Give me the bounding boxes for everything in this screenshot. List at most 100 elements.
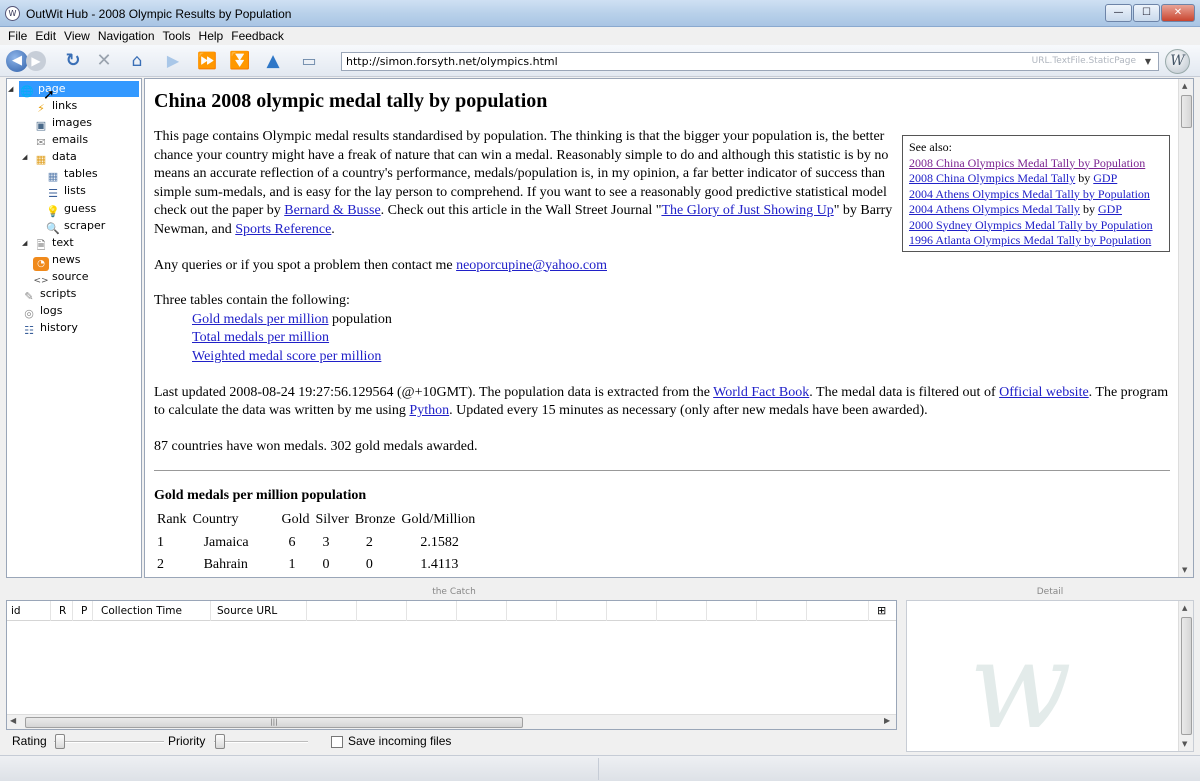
scrollbar-thumb[interactable] <box>1181 95 1192 128</box>
back-arrow-icon[interactable]: ◀ <box>6 50 28 72</box>
link-python[interactable]: Python <box>409 403 449 418</box>
rating-slider-thumb[interactable] <box>55 734 65 749</box>
column-empty <box>557 601 607 621</box>
browser-window-icon[interactable]: ▭ <box>298 50 320 72</box>
sidebar-item-logs[interactable]: ◎ logs <box>21 303 63 320</box>
menu-help[interactable]: Help <box>195 27 228 45</box>
link-total-per-million[interactable]: Total medals per million <box>192 330 329 345</box>
scroll-up-icon[interactable]: ▲ <box>1182 82 1187 90</box>
catch-horizontal-scrollbar[interactable]: ◀ ||| ▶ <box>7 714 896 729</box>
home-icon[interactable]: ⌂ <box>126 50 148 72</box>
link-bernard-busse[interactable]: Bernard & Busse <box>284 203 380 218</box>
menu-tools[interactable]: Tools <box>159 27 195 45</box>
sidebar-item-data[interactable]: ◢ ▦ data <box>22 149 77 166</box>
minimize-button[interactable]: — <box>1105 4 1132 22</box>
sidebar-item-label: logs <box>40 304 63 317</box>
intro-paragraph: This page contains Olympic medal results… <box>154 128 899 240</box>
sidebar-item-label: source <box>52 270 89 283</box>
forward-arrow-icon[interactable]: ▶ <box>26 51 46 71</box>
back-forward-group: ◀ ▶ <box>6 50 48 72</box>
link-2000-sydney-by-population[interactable]: 2000 Sydney Olympics Medal Tally by Popu… <box>909 218 1153 232</box>
expand-triangle-icon[interactable]: ◢ <box>8 81 13 97</box>
column-picker-icon[interactable]: ⊞ <box>873 601 893 621</box>
link-2004-athens-gdp[interactable]: GDP <box>1098 202 1122 216</box>
close-button[interactable]: ✕ <box>1161 4 1195 22</box>
link-1996-atlanta-by-population[interactable]: 1996 Atlanta Olympics Medal Tally by Pop… <box>909 233 1151 247</box>
sidebar-item-emails[interactable]: ✉ emails <box>33 132 88 149</box>
save-incoming-files-checkbox[interactable] <box>331 736 343 748</box>
scrollbar-thumb[interactable]: ||| <box>25 717 523 728</box>
menu-view[interactable]: View <box>60 27 94 45</box>
column-id[interactable]: id <box>7 601 51 621</box>
maximize-button[interactable]: ☐ <box>1133 4 1160 22</box>
expand-triangle-icon[interactable]: ◢ <box>22 235 27 251</box>
column-collection-time[interactable]: Collection Time <box>93 601 211 621</box>
scroll-down-icon[interactable]: ▼ <box>1182 566 1187 574</box>
scroll-down-icon[interactable]: ▼ <box>1182 740 1187 748</box>
sidebar-item-scraper[interactable]: 🔍 scraper <box>45 218 105 235</box>
sidebar-item-images[interactable]: ▣ images <box>33 115 92 132</box>
sidebar-item-label: images <box>52 116 92 129</box>
link-official-website[interactable]: Official website <box>999 385 1089 400</box>
sidebar-item-lists[interactable]: ☰ lists <box>45 183 86 200</box>
column-empty <box>407 601 457 621</box>
column-p[interactable]: P <box>73 601 93 621</box>
sidebar-item-text[interactable]: ◢ 🗎 text <box>22 235 74 252</box>
link-2008-china-by-population[interactable]: 2008 China Olympics Medal Tally by Popul… <box>909 156 1145 170</box>
see-also-joiner: by <box>1075 171 1094 185</box>
column-source-url[interactable]: Source URL <box>211 601 307 621</box>
column-empty <box>607 601 657 621</box>
expand-triangle-icon[interactable]: ◢ <box>22 149 27 165</box>
chevron-down-icon[interactable]: ▼ <box>1140 54 1156 69</box>
sidebar-item-news[interactable]: ◔ news <box>33 252 81 271</box>
email-link[interactable]: neoporcupine@yahoo.com <box>456 258 607 273</box>
sidebar-item-guess[interactable]: 💡 guess <box>45 201 97 218</box>
menu-navigation[interactable]: Navigation <box>94 27 159 45</box>
link-weighted-per-million[interactable]: Weighted medal score per million <box>192 349 381 364</box>
link-world-fact-book[interactable]: World Fact Book <box>713 385 809 400</box>
reload-icon[interactable]: ↻ <box>62 50 84 72</box>
toc-item: Total medals per million <box>154 329 1170 348</box>
fast-forward-icon[interactable]: ⏩ <box>196 50 218 72</box>
scrollbar-thumb[interactable] <box>1181 617 1192 735</box>
stop-icon[interactable]: ✕ <box>93 50 115 72</box>
sidebar-item-history[interactable]: ☷ history <box>21 320 78 337</box>
link-2004-athens-by-population[interactable]: 2004 Athens Olympics Medal Tally by Popu… <box>909 187 1150 201</box>
sidebar-item-links[interactable]: ⚡ links <box>33 98 77 115</box>
menu-file[interactable]: File <box>0 27 31 45</box>
link-2004-athens-tally[interactable]: 2004 Athens Olympics Medal Tally <box>909 202 1080 216</box>
table-cell: 1.4113 <box>420 557 459 573</box>
link-2008-china-tally[interactable]: 2008 China Olympics Medal Tally <box>909 171 1075 185</box>
sidebar-item-tables[interactable]: ▦ tables <box>45 166 98 183</box>
page-title: China 2008 olympic medal tally by popula… <box>154 90 548 112</box>
catch-panel: id R P Collection Time Source URL ⊞ ◀ ||… <box>6 600 897 730</box>
priority-slider-track[interactable] <box>214 741 308 743</box>
up-level-icon[interactable]: ▲ <box>262 50 284 72</box>
sidebar-item-page[interactable]: ◢ 🌐 page <box>8 81 139 98</box>
scroll-right-icon[interactable]: ▶ <box>884 716 890 725</box>
sidebar-item-source[interactable]: <> source <box>33 269 89 286</box>
sidebar-item-scripts[interactable]: ✎ scripts <box>21 286 76 303</box>
sidebar-item-label: news <box>52 253 81 266</box>
auto-explore-down-icon[interactable]: ⏬ <box>229 50 251 72</box>
menu-edit[interactable]: Edit <box>31 27 60 45</box>
outwit-logo-icon[interactable]: W <box>1165 49 1190 74</box>
scroll-up-icon[interactable]: ▲ <box>1182 604 1187 612</box>
column-r[interactable]: R <box>51 601 73 621</box>
link-sports-reference[interactable]: Sports Reference <box>235 222 331 237</box>
link-2008-china-gdp[interactable]: GDP <box>1093 171 1117 185</box>
sidebar-item-label: guess <box>64 202 97 215</box>
link-gold-per-million[interactable]: Gold medals per million <box>192 312 328 327</box>
url-bar[interactable]: http://simon.forsyth.net/olympics.html U… <box>341 52 1159 71</box>
menu-feedback[interactable]: Feedback <box>227 27 288 45</box>
scroll-left-icon[interactable]: ◀ <box>10 716 16 725</box>
content-scrollbar[interactable]: ▲ ▼ <box>1178 79 1193 577</box>
outwit-watermark-icon: w <box>969 617 1072 752</box>
sidebar-item-label: lists <box>64 184 86 197</box>
link-glory-of-just-showing-up[interactable]: The Glory of Just Showing Up <box>661 203 833 218</box>
detail-scrollbar[interactable]: ▲ ▼ <box>1178 601 1193 751</box>
rating-slider-track[interactable] <box>54 741 164 743</box>
url-input[interactable]: http://simon.forsyth.net/olympics.html <box>346 55 558 68</box>
priority-slider-thumb[interactable] <box>215 734 225 749</box>
play-icon[interactable]: ▶ <box>162 50 184 72</box>
